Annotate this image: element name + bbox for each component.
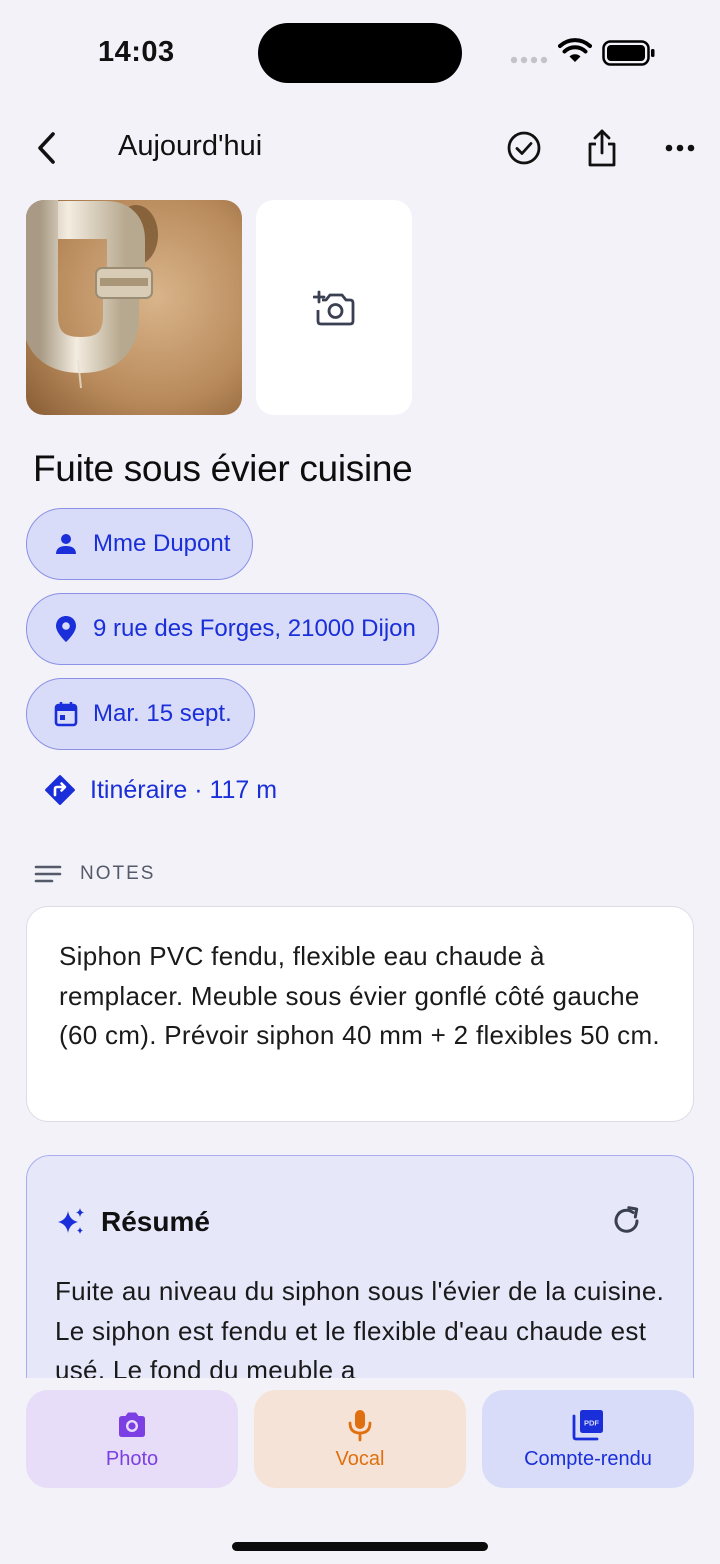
battery-icon bbox=[602, 40, 655, 66]
share-button[interactable] bbox=[580, 126, 624, 170]
cellular-signal-icon bbox=[510, 56, 548, 64]
report-button-label: Compte-rendu bbox=[524, 1447, 652, 1470]
pipe-photo-image bbox=[26, 200, 242, 415]
microphone-icon bbox=[348, 1409, 372, 1441]
notes-lines-icon bbox=[34, 865, 62, 883]
sparkle-icon bbox=[58, 1208, 84, 1234]
back-button[interactable] bbox=[28, 128, 64, 168]
client-chip[interactable]: Mme Dupont bbox=[26, 508, 254, 580]
share-icon bbox=[588, 129, 616, 167]
wifi-icon bbox=[558, 38, 592, 62]
summary-title: Résumé bbox=[101, 1206, 210, 1237]
checkmark-circle-icon bbox=[507, 131, 541, 165]
calendar-icon bbox=[53, 701, 79, 727]
directions-link[interactable]: Itinéraire · 117 m bbox=[44, 770, 277, 810]
photo-button[interactable]: Photo bbox=[26, 1390, 238, 1488]
address-chip[interactable]: 9 rue des Forges, 21000 Dijon bbox=[26, 593, 439, 665]
summary-header: Résumé bbox=[55, 1206, 210, 1238]
date-text: Mar. 15 sept. bbox=[93, 700, 232, 727]
svg-text:PDF: PDF bbox=[584, 1418, 599, 1427]
home-indicator bbox=[232, 1542, 488, 1551]
client-name: Mme Dupont bbox=[93, 530, 231, 557]
add-photo-tile[interactable] bbox=[256, 200, 412, 415]
notes-card[interactable]: Siphon PVC fendu, flexible eau chaude à … bbox=[26, 906, 694, 1122]
more-horizontal-icon bbox=[665, 144, 695, 152]
status-time: 14:03 bbox=[98, 36, 175, 68]
pdf-document-icon: PDF bbox=[572, 1409, 603, 1440]
add-camera-icon bbox=[313, 290, 355, 325]
summary-text: Fuite au niveau du siphon sous l'évier d… bbox=[55, 1276, 665, 1385]
refresh-summary-button[interactable] bbox=[609, 1204, 645, 1240]
notes-text: Siphon PVC fendu, flexible eau chaude à … bbox=[59, 941, 660, 1050]
chevron-left-icon bbox=[38, 132, 55, 164]
notes-header: NOTES bbox=[34, 862, 155, 886]
nav-bar: Aujourd'hui bbox=[0, 118, 720, 178]
photo-thumbnail[interactable] bbox=[26, 200, 242, 415]
person-icon bbox=[53, 531, 79, 557]
page-title: Aujourd'hui bbox=[118, 130, 263, 162]
complete-button[interactable] bbox=[502, 126, 546, 170]
vocal-button-label: Vocal bbox=[335, 1447, 385, 1470]
job-title: Fuite sous évier cuisine bbox=[33, 448, 413, 489]
directions-text: Itinéraire · 117 m bbox=[90, 775, 278, 804]
notes-header-label: NOTES bbox=[80, 863, 156, 884]
status-bar: 14:03 bbox=[0, 0, 720, 100]
more-button[interactable] bbox=[658, 126, 702, 170]
refresh-icon bbox=[614, 1206, 639, 1233]
directions-icon bbox=[45, 775, 75, 805]
camera-icon bbox=[119, 1412, 145, 1437]
date-chip[interactable]: Mar. 15 sept. bbox=[26, 678, 255, 750]
location-pin-icon bbox=[53, 616, 79, 642]
photo-button-label: Photo bbox=[105, 1447, 159, 1470]
report-button[interactable]: PDF Compte-rendu bbox=[482, 1390, 694, 1488]
vocal-button[interactable]: Vocal bbox=[254, 1390, 466, 1488]
address-text: 9 rue des Forges, 21000 Dijon bbox=[93, 615, 416, 642]
dynamic-island bbox=[258, 23, 462, 83]
